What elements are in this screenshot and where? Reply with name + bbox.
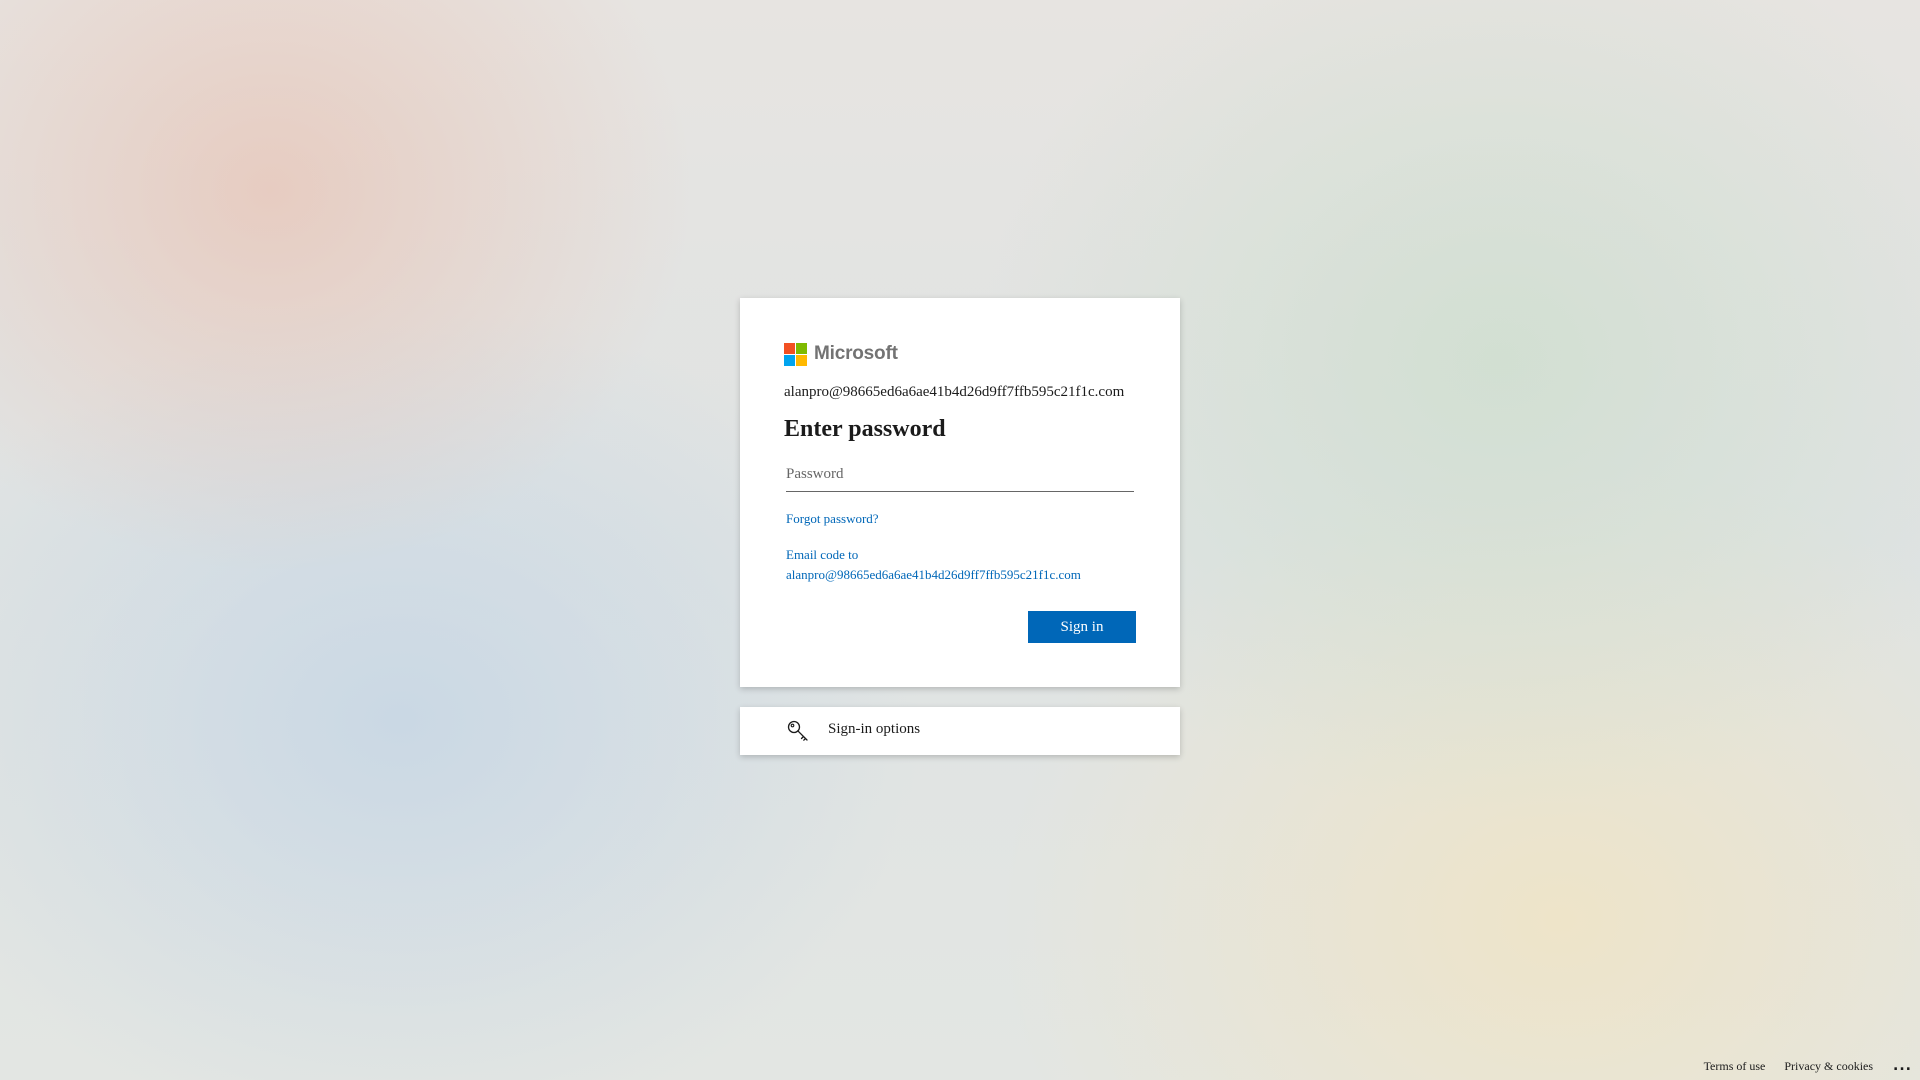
account-identity: alanpro@98665ed6a6ae41b4d26d9ff7ffb595c2… bbox=[784, 384, 1125, 400]
privacy-cookies-link[interactable]: Privacy & cookies bbox=[1784, 1059, 1873, 1074]
password-input[interactable] bbox=[786, 458, 1134, 492]
sign-in-card: Microsoft alanpro@98665ed6a6ae41b4d26d9f… bbox=[740, 298, 1180, 687]
email-code-link[interactable]: Email code to alanpro@98665ed6a6ae41b4d2… bbox=[786, 545, 1146, 585]
microsoft-logo: Microsoft bbox=[784, 342, 898, 366]
sign-in-options-button[interactable]: Sign-in options bbox=[740, 707, 1180, 755]
sign-in-button[interactable]: Sign in bbox=[1028, 611, 1136, 643]
forgot-password-link[interactable]: Forgot password? bbox=[786, 509, 879, 529]
terms-of-use-link[interactable]: Terms of use bbox=[1704, 1059, 1766, 1074]
footer: Terms of use Privacy & cookies ... bbox=[1685, 1058, 1912, 1074]
microsoft-logo-icon bbox=[784, 342, 807, 366]
email-code-label: Email code to bbox=[786, 547, 859, 562]
sign-in-options-label: Sign-in options bbox=[828, 721, 921, 737]
logo-wordmark: Microsoft bbox=[814, 343, 898, 364]
page-title: Enter password bbox=[784, 416, 946, 442]
more-options-icon[interactable]: ... bbox=[1893, 1058, 1912, 1074]
email-code-address: alanpro@98665ed6a6ae41b4d26d9ff7ffb595c2… bbox=[786, 567, 1081, 582]
key-icon bbox=[787, 720, 808, 741]
